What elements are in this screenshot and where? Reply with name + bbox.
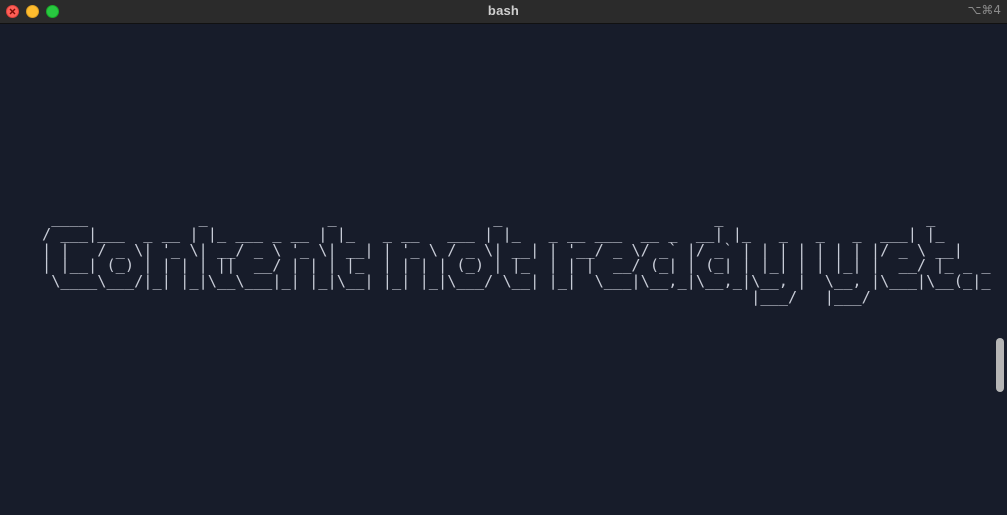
window-shortcut-label: ⌥⌘4 (967, 3, 1001, 17)
terminal-window: bash ⌥⌘4 ____ _ _ _ _ _ / ___|___ _ __ |… (0, 0, 1007, 515)
scrollbar-thumb[interactable] (996, 338, 1004, 392)
ascii-banner: ____ _ _ _ _ _ / ___|___ _ __ | |_ ___ _… (42, 209, 1007, 306)
vertical-scrollbar[interactable] (993, 25, 1007, 515)
title-bar[interactable]: bash ⌥⌘4 (0, 0, 1007, 24)
terminal-output[interactable]: ____ _ _ _ _ _ / ___|___ _ __ | |_ ___ _… (0, 25, 1007, 515)
window-title: bash (487, 3, 520, 18)
